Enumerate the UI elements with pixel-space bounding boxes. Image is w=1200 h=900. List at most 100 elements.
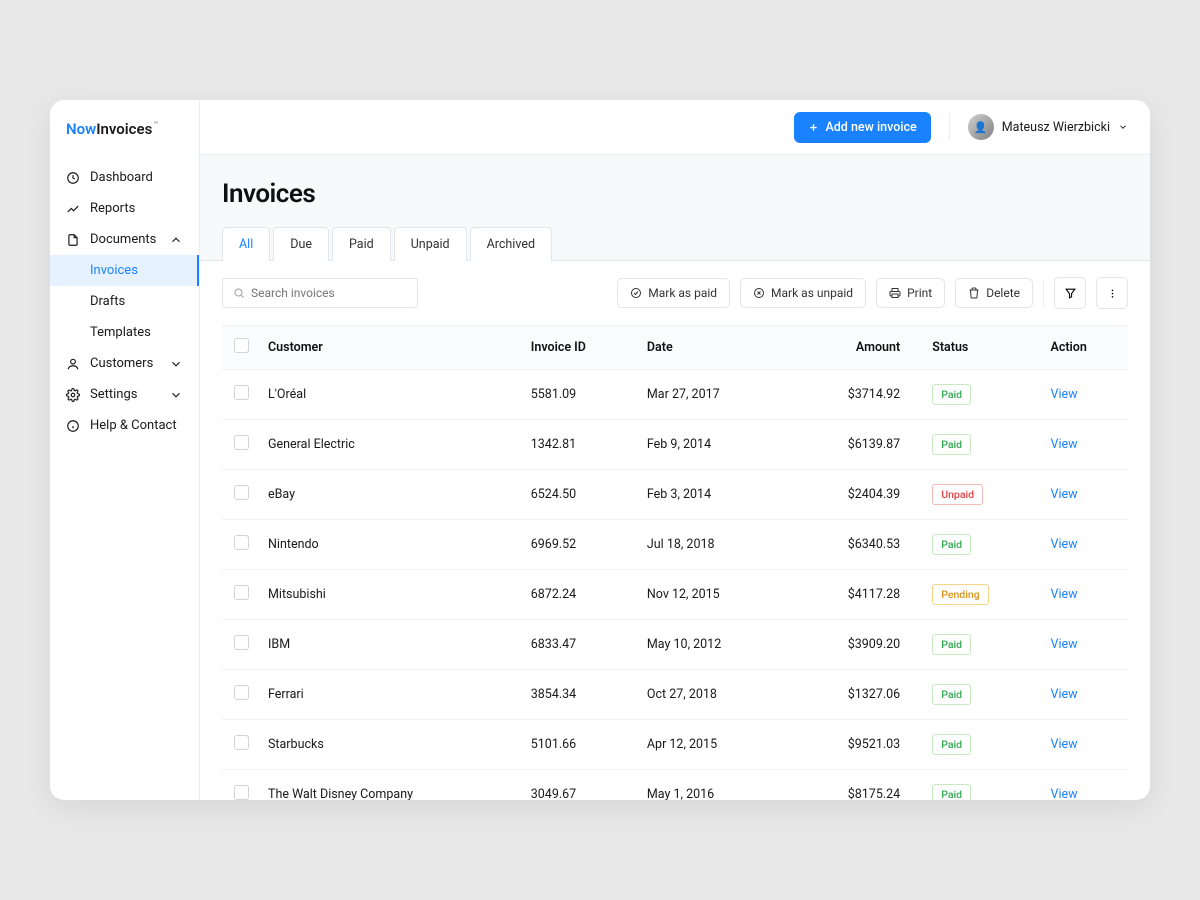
tab-paid[interactable]: Paid xyxy=(332,227,391,261)
nav-documents[interactable]: Documents xyxy=(50,224,199,255)
nav-help[interactable]: Help & Contact xyxy=(50,410,199,441)
nav-help-label: Help & Contact xyxy=(90,418,177,433)
avatar: 👤 xyxy=(968,114,994,140)
view-link[interactable]: View xyxy=(1043,720,1129,770)
user-menu[interactable]: 👤 Mateusz Wierzbicki xyxy=(968,114,1128,140)
status-badge: Paid xyxy=(932,734,971,755)
cell-customer: The Walt Disney Company xyxy=(260,770,523,801)
view-link[interactable]: View xyxy=(1043,620,1129,670)
trend-icon xyxy=(66,202,80,216)
gauge-icon xyxy=(66,171,80,185)
table-row: The Walt Disney Company3049.67May 1, 201… xyxy=(222,770,1128,801)
view-link[interactable]: View xyxy=(1043,770,1129,801)
separator xyxy=(949,114,950,140)
cell-status: Paid xyxy=(924,770,1042,801)
nav-customers[interactable]: Customers xyxy=(50,348,199,379)
status-badge: Paid xyxy=(932,634,971,655)
cell-status: Pending xyxy=(924,570,1042,620)
invoice-table: Customer Invoice ID Date Amount Status A… xyxy=(222,325,1128,800)
select-all-checkbox[interactable] xyxy=(234,338,249,353)
user-name: Mateusz Wierzbicki xyxy=(1002,120,1110,135)
filter-button[interactable] xyxy=(1054,277,1086,309)
brand-logo: NowInvoices™ xyxy=(50,100,199,158)
tab-archived[interactable]: Archived xyxy=(470,227,552,261)
more-button[interactable] xyxy=(1096,277,1128,309)
row-checkbox[interactable] xyxy=(234,585,249,600)
col-status: Status xyxy=(924,326,1042,370)
print-button[interactable]: Print xyxy=(876,278,945,308)
view-link[interactable]: View xyxy=(1043,470,1129,520)
tab-due[interactable]: Due xyxy=(273,227,329,261)
chevron-down-icon xyxy=(1118,122,1128,132)
row-checkbox[interactable] xyxy=(234,385,249,400)
row-checkbox[interactable] xyxy=(234,485,249,500)
cell-amount: $2404.39 xyxy=(786,470,924,520)
more-vertical-icon xyxy=(1106,287,1119,300)
mark-unpaid-button[interactable]: Mark as unpaid xyxy=(740,278,866,308)
status-badge: Paid xyxy=(932,434,971,455)
tab-unpaid[interactable]: Unpaid xyxy=(394,227,467,261)
add-invoice-label: Add new invoice xyxy=(825,120,916,135)
tab-all[interactable]: All xyxy=(222,227,270,261)
status-badge: Paid xyxy=(932,534,971,555)
cell-date: Mar 27, 2017 xyxy=(639,370,786,420)
search-input[interactable] xyxy=(251,286,407,300)
cell-customer: Nintendo xyxy=(260,520,523,570)
view-link[interactable]: View xyxy=(1043,520,1129,570)
cell-customer: General Electric xyxy=(260,420,523,470)
nav-settings[interactable]: Settings xyxy=(50,379,199,410)
row-checkbox[interactable] xyxy=(234,785,249,800)
documents-subnav: Invoices Drafts Templates xyxy=(50,255,199,348)
nav-templates[interactable]: Templates xyxy=(50,317,199,348)
delete-button[interactable]: Delete xyxy=(955,278,1033,308)
view-link[interactable]: View xyxy=(1043,420,1129,470)
cell-status: Paid xyxy=(924,720,1042,770)
cell-status: Paid xyxy=(924,520,1042,570)
table-toolbar: Mark as paid Mark as unpaid Print Delete xyxy=(200,261,1150,325)
nav-invoices-label: Invoices xyxy=(90,263,138,278)
gear-icon xyxy=(66,388,80,402)
row-checkbox[interactable] xyxy=(234,635,249,650)
row-checkbox[interactable] xyxy=(234,435,249,450)
col-invoice: Invoice ID xyxy=(523,326,639,370)
page-title: Invoices xyxy=(222,179,1128,209)
chevron-up-icon xyxy=(169,233,183,247)
view-link[interactable]: View xyxy=(1043,570,1129,620)
table-row: Mitsubishi6872.24Nov 12, 2015$4117.28Pen… xyxy=(222,570,1128,620)
status-badge: Unpaid xyxy=(932,484,983,505)
nav-drafts[interactable]: Drafts xyxy=(50,286,199,317)
mark-paid-label: Mark as paid xyxy=(648,286,717,300)
view-link[interactable]: View xyxy=(1043,670,1129,720)
mark-unpaid-label: Mark as unpaid xyxy=(771,286,853,300)
sidebar: NowInvoices™ Dashboard Reports Documents… xyxy=(50,100,200,800)
nav-dashboard-label: Dashboard xyxy=(90,170,153,185)
nav-dashboard[interactable]: Dashboard xyxy=(50,162,199,193)
cell-status: Paid xyxy=(924,420,1042,470)
cell-invoice: 5581.09 xyxy=(523,370,639,420)
table-header-row: Customer Invoice ID Date Amount Status A… xyxy=(222,326,1128,370)
add-invoice-button[interactable]: Add new invoice xyxy=(794,112,930,143)
nav-invoices[interactable]: Invoices xyxy=(50,255,199,286)
row-checkbox[interactable] xyxy=(234,735,249,750)
status-badge: Paid xyxy=(932,384,971,405)
nav-reports[interactable]: Reports xyxy=(50,193,199,224)
cell-status: Paid xyxy=(924,370,1042,420)
col-date: Date xyxy=(639,326,786,370)
cell-amount: $3714.92 xyxy=(786,370,924,420)
cell-customer: L'Oréal xyxy=(260,370,523,420)
chevron-down-icon xyxy=(169,388,183,402)
view-link[interactable]: View xyxy=(1043,370,1129,420)
chevron-down-icon xyxy=(169,357,183,371)
plus-icon xyxy=(808,122,819,133)
cell-status: Unpaid xyxy=(924,470,1042,520)
print-label: Print xyxy=(907,286,932,300)
cell-invoice: 1342.81 xyxy=(523,420,639,470)
status-badge: Pending xyxy=(932,584,989,605)
cell-status: Paid xyxy=(924,670,1042,720)
x-circle-icon xyxy=(753,287,765,299)
nav-templates-label: Templates xyxy=(90,325,151,340)
mark-paid-button[interactable]: Mark as paid xyxy=(617,278,730,308)
row-checkbox[interactable] xyxy=(234,685,249,700)
row-checkbox[interactable] xyxy=(234,535,249,550)
topbar: Add new invoice 👤 Mateusz Wierzbicki xyxy=(200,100,1150,155)
